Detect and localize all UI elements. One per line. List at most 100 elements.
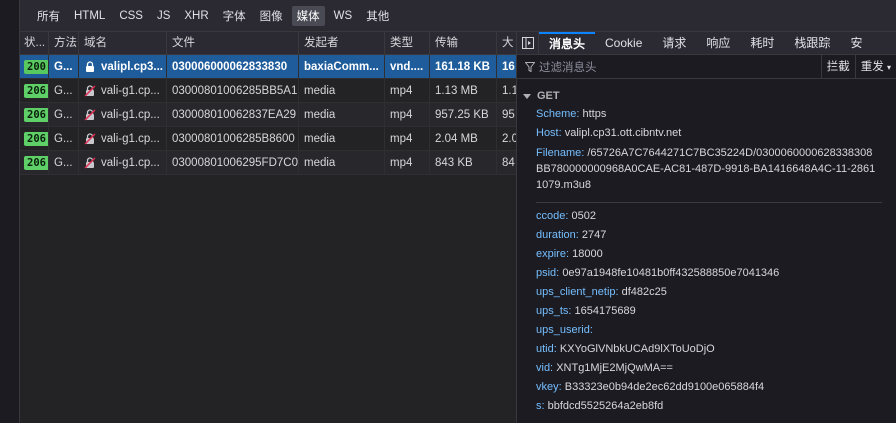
table-header: 状... 方法 域名 文件 发起者 类型 传输大 <box>20 32 516 55</box>
filter-9-button[interactable]: 其他 <box>361 6 394 26</box>
column-header-3[interactable]: 文件 <box>167 32 299 55</box>
filter-6-button[interactable]: 图像 <box>255 6 288 26</box>
filter-8-button[interactable]: WS <box>329 8 358 24</box>
filter-headers-input[interactable]: 过滤消息头 <box>539 59 821 75</box>
host-cell: vali-g1.cp... <box>79 79 167 103</box>
filename-entry: Filename: /65726A7C7644271C7BC35224D/030… <box>536 147 876 191</box>
host-entry: Host: valipl.cp31.ott.cibntv.net <box>536 127 682 139</box>
param-entry: ups_ts: 1654175689 <box>517 302 896 321</box>
chevron-down-icon: ▾ <box>886 62 891 72</box>
block-button[interactable]: 拦截 <box>820 54 855 79</box>
filter-0-button[interactable]: 所有 <box>32 6 65 26</box>
scheme-entry: Scheme: https <box>536 108 607 120</box>
filter-3-button[interactable]: JS <box>152 8 175 24</box>
param-value: 1654175689 <box>574 305 636 317</box>
divider <box>536 202 882 203</box>
transfer-cell: 2.04 MB <box>430 127 497 151</box>
table-row[interactable]: 206 G... vali-g1.cp... 03000801006295FD7C0 m… <box>20 151 516 175</box>
param-entry: ups_client_netip: df482c25 <box>517 283 896 302</box>
status-cell: 206 <box>20 103 49 127</box>
tab-5[interactable]: 栈跟踪 <box>784 32 840 54</box>
param-entry: ccode: 0502 <box>517 207 896 226</box>
resend-button[interactable]: 重发 ▾ <box>854 54 896 79</box>
status-badge: 206 <box>24 108 48 122</box>
host-text: vali-g1.cp... <box>101 85 160 97</box>
filter-icon <box>521 61 539 72</box>
param-value: df482c25 <box>621 286 667 298</box>
initiator-cell: media <box>299 79 385 103</box>
filter-4-button[interactable]: XHR <box>179 8 213 24</box>
filter-5-button[interactable]: 字体 <box>218 6 251 26</box>
filter-7-button[interactable]: 媒体 <box>291 5 325 26</box>
param-value: bbfdcd5525264a2eb8fd <box>547 400 664 412</box>
tab-6[interactable]: 安 <box>840 32 872 54</box>
column-header-5[interactable]: 类型 <box>385 32 430 55</box>
param-value: 0502 <box>571 210 596 222</box>
column-header-1[interactable]: 方法 <box>49 32 79 55</box>
param-entry: duration: 2747 <box>517 226 896 245</box>
column-header-0[interactable]: 状... <box>20 32 49 55</box>
type-cell: mp4 <box>385 127 430 151</box>
method-cell: G... <box>49 103 79 127</box>
insecure-lock-icon <box>84 156 97 170</box>
status-badge: 200 <box>24 60 48 74</box>
size-cell: 2.0 <box>502 133 516 145</box>
tab-4[interactable]: 耗时 <box>740 32 784 54</box>
param-entry: psid: 0e97a1948fe10481b0ff432588850e7041… <box>517 264 896 283</box>
method-cell: G... <box>49 127 79 151</box>
file-cell: 030006000062833830 <box>167 55 299 79</box>
param-entry: vkey: B33323e0b94de2ec62dd9100e065884f4 <box>517 378 896 397</box>
tab-2[interactable]: 请求 <box>652 32 696 54</box>
host-text: vali-g1.cp... <box>101 109 160 121</box>
param-key: ups_ts: <box>536 305 572 317</box>
size-cell: 95 <box>502 109 515 121</box>
method-cell: G... <box>49 55 79 79</box>
column-header-2[interactable]: 域名 <box>79 32 167 55</box>
insecure-lock-icon <box>84 108 97 122</box>
network-request-table: 状... 方法 域名 文件 发起者 类型 传输大 200 G... valipl.cp3... 0… <box>20 32 516 423</box>
param-key: vkey: <box>536 381 562 393</box>
get-section-toggle[interactable]: GET <box>517 87 896 105</box>
filter-2-button[interactable]: CSS <box>114 8 148 24</box>
table-row[interactable]: 200 G... valipl.cp3... 030006000062833830 ba… <box>20 55 516 79</box>
insecure-lock-icon <box>84 132 97 146</box>
tab-0[interactable]: 消息头 <box>539 32 596 54</box>
filter-1-button[interactable]: HTML <box>69 8 110 24</box>
status-badge: 206 <box>24 132 48 146</box>
status-cell: 206 <box>20 127 49 151</box>
transfer-cell: 843 KB <box>430 151 497 175</box>
host-cell: vali-g1.cp... <box>79 103 167 127</box>
tab-1[interactable]: Cookie <box>595 32 652 54</box>
insecure-lock-icon <box>84 84 97 98</box>
headers-content: GET Scheme: https Host: valipl.cp31.ott.… <box>517 79 896 416</box>
status-badge: 206 <box>24 156 48 170</box>
table-row[interactable]: 206 G... vali-g1.cp... 030008010062837EA29 m… <box>20 103 516 127</box>
column-header-7[interactable]: 大 <box>497 32 516 55</box>
status-cell: 200 <box>20 55 49 79</box>
left-gutter <box>0 0 20 423</box>
host-cell: vali-g1.cp... <box>79 151 167 175</box>
table-row[interactable]: 206 G... vali-g1.cp... 03000801006285BB5A1 m… <box>20 79 516 103</box>
toggle-sidebar-icon[interactable] <box>517 32 539 54</box>
param-entry: vid: XNTg1MjE2MjQwMA== <box>517 359 896 378</box>
size-cell: 1.1 <box>502 85 516 97</box>
query-params-list: ccode: 0502 duration: 2747 expire: 18000 ps… <box>517 207 896 416</box>
method-cell: G... <box>49 151 79 175</box>
param-value: 0e97a1948fe10481b0ff432588850e7041346 <box>562 267 780 279</box>
table-row[interactable]: 206 G... vali-g1.cp... 03000801006285B8600 m… <box>20 127 516 151</box>
param-key: duration: <box>536 229 579 241</box>
method-cell: G... <box>49 79 79 103</box>
column-header-6[interactable]: 传输 <box>430 32 497 55</box>
column-header-4[interactable]: 发起者 <box>299 32 385 55</box>
tab-3[interactable]: 响应 <box>696 32 740 54</box>
lock-icon <box>84 60 97 74</box>
param-key: ccode: <box>536 210 569 222</box>
type-cell: mp4 <box>385 103 430 127</box>
transfer-cell: 957.25 KB <box>430 103 497 127</box>
file-cell: 03000801006295FD7C0 <box>167 151 299 175</box>
param-entry: expire: 18000 <box>517 245 896 264</box>
transfer-cell: 1.13 MB <box>430 79 497 103</box>
size-cell: 84 <box>502 157 515 169</box>
param-key: vid: <box>536 362 554 374</box>
status-badge: 206 <box>24 84 48 98</box>
